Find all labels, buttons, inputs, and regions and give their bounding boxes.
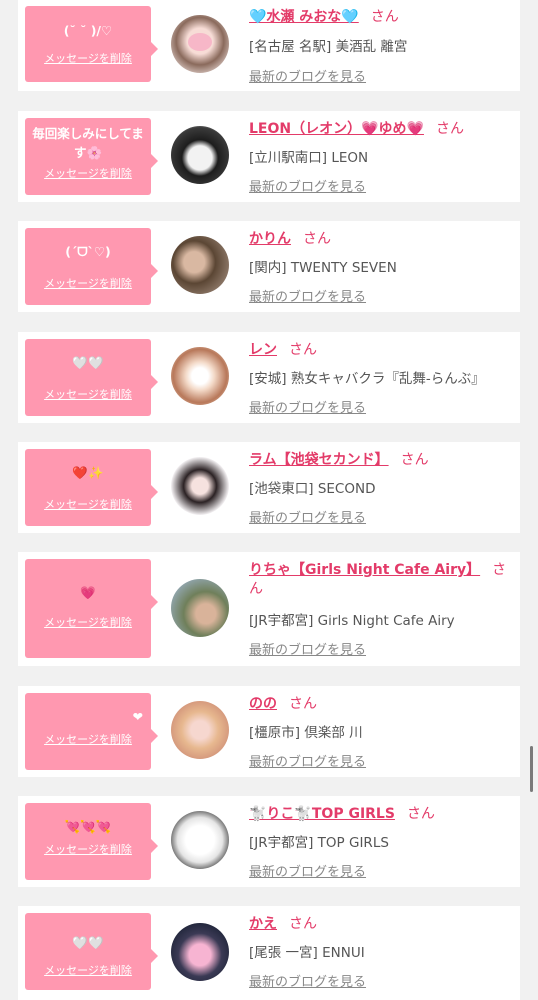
avatar[interactable] — [171, 457, 229, 515]
delete-message-link[interactable]: メッセージを削除 — [25, 962, 151, 978]
message-text: 🤍🤍 — [72, 355, 104, 370]
delete-message-link[interactable]: メッセージを削除 — [25, 496, 151, 512]
cast-name-link[interactable]: のの — [249, 696, 277, 712]
delete-message-link[interactable]: メッセージを削除 — [25, 165, 151, 181]
shop-info: [橿原市] 倶楽部 川 — [249, 725, 363, 741]
message-bubble: (ˊᗜˋ♡) メッセージを削除 — [25, 228, 158, 305]
honorific: さん — [406, 806, 435, 822]
avatar[interactable] — [171, 347, 229, 405]
message-bubble: 🤍🤍 メッセージを削除 — [25, 913, 158, 990]
cast-name-link[interactable]: かえ — [249, 916, 277, 932]
message-text: ❤ — [132, 709, 143, 724]
name-line: 🩵水瀬 みおな🩵 さん — [249, 8, 514, 27]
name-line: 🐩りこ🐩TOP GIRLS さん — [249, 805, 514, 824]
shop-info: [関内] TWENTY SEVEN — [249, 260, 397, 276]
message-text: (˘ ˘ )/♡ — [63, 23, 113, 38]
message-card: 毎回楽しみにしてます🌸 メッセージを削除 LEON（レオン）💗ゆめ💗 さん [立川… — [18, 111, 520, 202]
avatar[interactable] — [171, 923, 229, 981]
cast-name-link[interactable]: ラム【池袋セカンド】 — [249, 452, 389, 468]
delete-message-link[interactable]: メッセージを削除 — [25, 841, 151, 857]
delete-message-link[interactable]: メッセージを削除 — [25, 275, 151, 291]
shop-info: [JR宇都宮] Girls Night Cafe Airy — [249, 613, 455, 629]
message-card: 💘💘💘 メッセージを削除 🐩りこ🐩TOP GIRLS さん [JR宇都宮] TOP… — [18, 796, 520, 887]
name-line: りちゃ【Girls Night Cafe Airy】 さん — [249, 561, 514, 599]
latest-blog-link[interactable]: 最新のブログを見る — [249, 507, 366, 526]
honorific: さん — [289, 916, 317, 932]
message-bubble: (˘ ˘ )/♡ メッセージを削除 — [25, 6, 158, 82]
cast-name-link[interactable]: 🐩りこ🐩TOP GIRLS — [249, 806, 395, 822]
avatar[interactable] — [171, 15, 229, 73]
shop-info: [JR宇都宮] TOP GIRLS — [249, 835, 389, 851]
message-card: (ˊᗜˋ♡) メッセージを削除 かりん さん [関内] TWENTY SEVEN … — [18, 221, 520, 312]
delete-message-link[interactable]: メッセージを削除 — [25, 731, 151, 747]
scrollbar[interactable] — [530, 746, 533, 792]
latest-blog-link[interactable]: 最新のブログを見る — [249, 176, 366, 195]
avatar[interactable] — [171, 701, 229, 759]
message-card: 🤍🤍 メッセージを削除 レン さん [安城] 熟女キャバクラ『乱舞-らんぶ』 最新… — [18, 332, 520, 423]
name-line: ラム【池袋セカンド】 さん — [249, 451, 514, 470]
message-card: 💗 メッセージを削除 りちゃ【Girls Night Cafe Airy】 さん … — [18, 552, 520, 666]
cast-name-link[interactable]: LEON（レオン）💗ゆめ💗 — [249, 121, 424, 137]
avatar[interactable] — [171, 579, 229, 637]
message-card: ❤ メッセージを削除 のの さん [橿原市] 倶楽部 川 最新のブログを見る — [18, 686, 520, 777]
honorific: さん — [289, 342, 317, 358]
avatar[interactable] — [171, 236, 229, 294]
honorific: さん — [370, 9, 399, 25]
shop-info: [尾張 一宮] ENNUI — [249, 945, 365, 961]
avatar[interactable] — [171, 811, 229, 869]
latest-blog-link[interactable]: 最新のブログを見る — [249, 861, 366, 880]
shop-info: [立川駅南口] LEON — [249, 150, 369, 166]
honorific: さん — [303, 231, 331, 247]
cast-name-link[interactable]: 🩵水瀬 みおな🩵 — [249, 9, 359, 25]
cast-name-link[interactable]: りちゃ【Girls Night Cafe Airy】 — [249, 562, 480, 578]
latest-blog-link[interactable]: 最新のブログを見る — [249, 971, 366, 990]
message-text: 🤍🤍 — [72, 935, 104, 950]
delete-message-link[interactable]: メッセージを削除 — [25, 614, 151, 630]
name-line: LEON（レオン）💗ゆめ💗 さん — [249, 120, 514, 139]
name-line: レン さん — [249, 341, 514, 360]
honorific: さん — [400, 452, 429, 468]
latest-blog-link[interactable]: 最新のブログを見る — [249, 66, 366, 85]
message-text: 💘💘💘 — [64, 819, 112, 834]
heart-sticker-icon — [188, 33, 212, 51]
latest-blog-link[interactable]: 最新のブログを見る — [249, 286, 366, 305]
latest-blog-link[interactable]: 最新のブログを見る — [249, 639, 366, 658]
message-card: ❤️✨ メッセージを削除 ラム【池袋セカンド】 さん [池袋東口] SECOND … — [18, 442, 520, 533]
message-bubble: 🤍🤍 メッセージを削除 — [25, 339, 158, 416]
message-card: (˘ ˘ )/♡ メッセージを削除 🩵水瀬 みおな🩵 さん [名古屋 名駅] 美酒… — [18, 0, 520, 91]
message-bubble: ❤️✨ メッセージを削除 — [25, 449, 158, 526]
message-bubble: 💗 メッセージを削除 — [25, 559, 158, 658]
message-text: (ˊᗜˋ♡) — [65, 244, 111, 259]
shop-info: [安城] 熟女キャバクラ『乱舞-らんぶ』 — [249, 371, 485, 387]
message-text: ❤️✨ — [72, 465, 104, 480]
name-line: かえ さん — [249, 915, 514, 934]
shop-info: [池袋東口] SECOND — [249, 481, 376, 497]
message-bubble: ❤ メッセージを削除 — [25, 693, 158, 770]
avatar[interactable] — [171, 126, 229, 184]
delete-message-link[interactable]: メッセージを削除 — [25, 386, 151, 402]
latest-blog-link[interactable]: 最新のブログを見る — [249, 397, 366, 416]
message-bubble: 毎回楽しみにしてます🌸 メッセージを削除 — [25, 118, 158, 195]
cast-name-link[interactable]: レン — [249, 342, 277, 358]
name-line: かりん さん — [249, 230, 514, 249]
message-text: 💗 — [80, 585, 96, 600]
message-text: 毎回楽しみにしてます🌸 — [32, 126, 144, 160]
honorific: さん — [289, 696, 317, 712]
cast-name-link[interactable]: かりん — [249, 231, 291, 247]
latest-blog-link[interactable]: 最新のブログを見る — [249, 751, 366, 770]
delete-message-link[interactable]: メッセージを削除 — [25, 50, 151, 66]
name-line: のの さん — [249, 695, 514, 714]
message-card: 🤍🤍 メッセージを削除 かえ さん [尾張 一宮] ENNUI 最新のブログを見る — [18, 906, 520, 1000]
honorific: さん — [435, 121, 464, 137]
shop-info: [名古屋 名駅] 美酒乱 離宮 — [249, 39, 408, 55]
message-bubble: 💘💘💘 メッセージを削除 — [25, 803, 158, 880]
